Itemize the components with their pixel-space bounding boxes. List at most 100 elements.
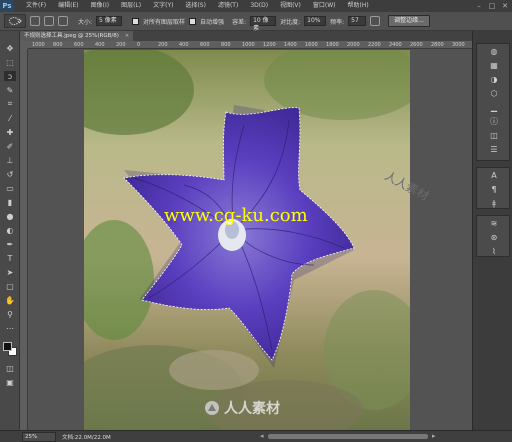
menu-image[interactable]: 图像(I)	[85, 0, 115, 12]
quick-selection-icon	[9, 17, 22, 25]
zoom-field[interactable]: 25%	[22, 431, 56, 442]
navigator-panel-icon[interactable]: ◫	[477, 128, 511, 142]
lasso-tool-icon[interactable]: ↄ	[4, 71, 16, 81]
menu-view[interactable]: 视图(V)	[274, 0, 307, 12]
foreground-color-swatch[interactable]	[3, 342, 12, 351]
frequency-field[interactable]: 57	[348, 16, 367, 26]
marquee-tool-icon[interactable]: ⬚	[4, 57, 16, 67]
flower-photo	[84, 50, 410, 430]
ruler-tick-label: 1000	[242, 42, 255, 48]
menu-3d[interactable]: 3D(D)	[244, 0, 274, 12]
canvas-area[interactable]: www.cg-ku.com 人人素材 人人素材	[28, 49, 472, 430]
eraser-tool-icon[interactable]: ▭	[4, 183, 16, 193]
gradient-tool-icon[interactable]: ▮	[4, 197, 16, 207]
dodge-tool-icon[interactable]: ◐	[4, 225, 16, 235]
minimize-icon[interactable]: –	[474, 2, 484, 11]
quick-mask-icon[interactable]: ◫	[4, 363, 16, 373]
blur-tool-icon[interactable]: ●	[4, 211, 16, 221]
quick-selection-tool-icon[interactable]: ✎	[4, 85, 16, 95]
clone-stamp-tool-icon[interactable]: ⊥	[4, 155, 16, 165]
watermark-url: www.cg-ku.com	[164, 205, 308, 226]
properties-panel-icon[interactable]: ☰	[477, 142, 511, 156]
history-brush-tool-icon[interactable]: ↺	[4, 169, 16, 179]
ruler-tick-label: 200	[158, 42, 168, 48]
ruler-tick-label: 800	[53, 42, 63, 48]
type-tool-icon[interactable]: T	[4, 253, 16, 263]
refine-edge-button[interactable]: 调整边缘...	[388, 15, 430, 27]
ruler-tick-label: 1000	[32, 42, 45, 48]
healing-brush-tool-icon[interactable]: ✚	[4, 127, 16, 137]
panel-dock: ◍ ▦ ◑ ⬡ ▁ ⓘ ◫ ☰ A ¶ ǂ ≋ ⊛ ⌇	[472, 31, 512, 430]
paragraph-panel-icon[interactable]: ¶	[477, 182, 511, 196]
ruler-tick-label: 2000	[347, 42, 360, 48]
menu-type[interactable]: 文字(Y)	[147, 0, 179, 12]
scroll-left-icon[interactable]: ◂	[260, 432, 264, 440]
tolerance-field[interactable]: 10 像素	[250, 16, 277, 32]
contrast-field[interactable]: 10%	[304, 16, 327, 26]
brush-tool-icon[interactable]: ✐	[4, 141, 16, 151]
paths-panel-icon[interactable]: ⌇	[477, 244, 511, 258]
watermark-brand: 人人素材	[204, 398, 280, 418]
more-tools-icon[interactable]: ⋯	[4, 323, 16, 333]
document-tab-title: 不规则选择工具.jpeg @ 25%(RGB/8)	[24, 33, 119, 39]
3d-panel-icon[interactable]: ⬡	[477, 86, 511, 100]
size-field[interactable]: 5 像素	[96, 16, 123, 26]
vertical-ruler[interactable]	[20, 49, 28, 430]
eyedropper-tool-icon[interactable]: ⁄	[4, 113, 16, 123]
histogram-panel-icon[interactable]: ▁	[477, 100, 511, 114]
sample-all-label: 对所有图层取样	[143, 18, 186, 26]
character-panel-icon[interactable]: A	[477, 168, 511, 182]
horizontal-scrollbar[interactable]	[268, 434, 428, 439]
menu-filter[interactable]: 滤镜(T)	[212, 0, 244, 12]
frequency-label: 频率:	[330, 18, 345, 26]
menu-layer[interactable]: 图层(L)	[115, 0, 147, 12]
close-tab-icon[interactable]: ×	[125, 33, 130, 39]
ruler-tick-label: 800	[221, 42, 231, 48]
menu-edit[interactable]: 编辑(E)	[52, 0, 84, 12]
menu-select[interactable]: 选择(S)	[179, 0, 212, 12]
move-tool-icon[interactable]: ✥	[4, 43, 16, 53]
ruler-tick-label: 2800	[431, 42, 444, 48]
horizontal-ruler[interactable]: 1000 800 600 400 200 0 200 400 600 800 1000 1200 140…	[28, 41, 472, 49]
menu-file[interactable]: 文件(F)	[20, 0, 52, 12]
auto-enhance-checkbox[interactable]	[189, 17, 197, 25]
panel-group-1: ◍ ▦ ◑ ⬡ ▁ ⓘ ◫ ☰	[476, 43, 510, 161]
ruler-tick-label: 1600	[305, 42, 318, 48]
screen-mode-icon[interactable]: ▣	[4, 377, 16, 387]
crop-tool-icon[interactable]: ⌗	[4, 99, 16, 109]
maximize-icon[interactable]: □	[487, 2, 497, 11]
glyphs-panel-icon[interactable]: ǂ	[477, 196, 511, 210]
adjustments-panel-icon[interactable]: ◑	[477, 72, 511, 86]
menu-window[interactable]: 窗口(W)	[307, 0, 342, 12]
tolerance-label: 容差:	[232, 18, 247, 26]
subtract-selection-icon[interactable]	[58, 16, 68, 26]
scroll-right-icon[interactable]: ▸	[432, 432, 436, 440]
tool-preset-picker[interactable]	[4, 14, 26, 28]
zoom-tool-icon[interactable]: ⚲	[4, 309, 16, 319]
document-tab-bar: 不规则选择工具.jpeg @ 25%(RGB/8) ×	[20, 31, 472, 41]
pen-pressure-icon[interactable]	[370, 16, 381, 26]
shape-tool-icon[interactable]: ▢	[4, 281, 16, 291]
panel-group-3: ≋ ⊛ ⌇	[476, 215, 510, 257]
add-to-selection-icon[interactable]	[44, 16, 54, 26]
ruler-origin[interactable]	[20, 41, 28, 49]
ruler-tick-label: 2200	[368, 42, 381, 48]
new-selection-icon[interactable]	[30, 16, 40, 26]
image-canvas[interactable]: www.cg-ku.com 人人素材	[84, 50, 410, 430]
color-panel-icon[interactable]: ◍	[477, 44, 511, 58]
sample-all-checkbox[interactable]	[132, 17, 140, 25]
document-tab[interactable]: 不规则选择工具.jpeg @ 25%(RGB/8) ×	[20, 31, 134, 41]
pen-tool-icon[interactable]: ✒	[4, 239, 16, 249]
close-icon[interactable]: ✕	[500, 2, 510, 11]
channels-panel-icon[interactable]: ⊛	[477, 230, 511, 244]
hand-tool-icon[interactable]: ✋	[4, 295, 16, 305]
menu-help[interactable]: 帮助(H)	[342, 0, 375, 12]
menu-bar: Ps 文件(F) 编辑(E) 图像(I) 图层(L) 文字(Y) 选择(S) 滤…	[0, 0, 512, 12]
swatches-panel-icon[interactable]: ▦	[477, 58, 511, 72]
document-info: 文档:22.0M/22.0M	[62, 434, 111, 441]
options-bar: 大小: 5 像素 对所有图层取样 自动增强 容差: 10 像素 对比度: 10%…	[0, 12, 512, 32]
path-selection-tool-icon[interactable]: ➤	[4, 267, 16, 277]
ruler-tick-label: 1200	[263, 42, 276, 48]
layers-panel-icon[interactable]: ≋	[477, 216, 511, 230]
info-panel-icon[interactable]: ⓘ	[477, 114, 511, 128]
